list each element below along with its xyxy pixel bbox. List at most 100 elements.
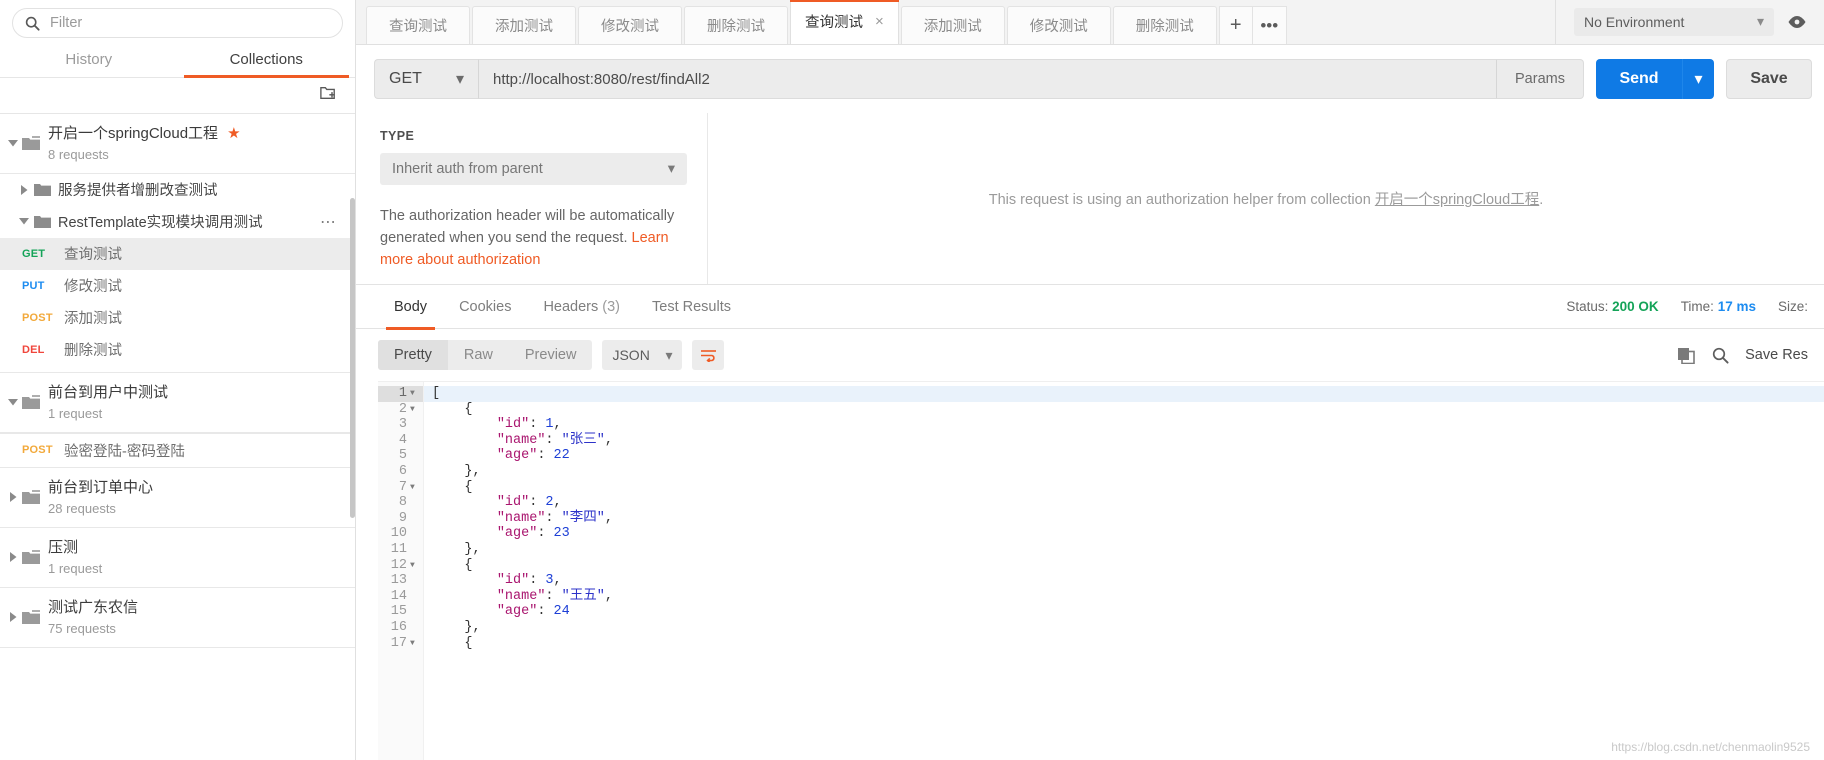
eye-icon[interactable] bbox=[1784, 15, 1810, 29]
request-method: GET bbox=[22, 247, 46, 260]
method-selector[interactable]: GET ▾ bbox=[374, 59, 478, 99]
tab-options-icon[interactable]: ••• bbox=[1252, 6, 1287, 44]
request-tab[interactable]: 删除测试 bbox=[1112, 6, 1217, 44]
send-button[interactable]: Send bbox=[1596, 59, 1682, 99]
line-num: 3 bbox=[398, 417, 407, 433]
sidebar-tab-collections[interactable]: Collections bbox=[178, 44, 356, 78]
response-toolbar-right: Save Res bbox=[1677, 347, 1808, 364]
fold-icon[interactable]: ▼ bbox=[410, 636, 419, 652]
folder-row-resttemplate[interactable]: RestTemplate实现模块调用测试 ⋯ bbox=[0, 206, 355, 238]
chevron-down-icon[interactable] bbox=[14, 218, 34, 225]
chevron-down-icon[interactable] bbox=[4, 398, 22, 406]
line-number: 15 bbox=[378, 604, 423, 620]
collection-icon bbox=[22, 550, 48, 565]
search-input[interactable] bbox=[50, 15, 330, 31]
method-label: GET bbox=[389, 70, 422, 87]
request-row-put[interactable]: PUT 修改测试 bbox=[0, 270, 355, 302]
request-tab-label: 删除测试 bbox=[1135, 19, 1194, 35]
collection-row[interactable]: 测试广东农信 75 requests bbox=[0, 588, 355, 648]
new-tab-button[interactable]: + bbox=[1218, 6, 1253, 44]
request-row-del[interactable]: DEL 删除测试 bbox=[0, 334, 355, 366]
auth-type-value: Inherit auth from parent bbox=[392, 161, 543, 177]
response-body-code[interactable]: 1 ▼ 2 ▼ 3 4 5 6 7 ▼ 8 9 10 11 12 ▼ 13 14 15 … bbox=[356, 381, 1824, 760]
tab-body[interactable]: Body bbox=[378, 285, 443, 330]
sidebar-tab-history[interactable]: History bbox=[0, 44, 178, 77]
request-tab[interactable]: 删除测试 bbox=[684, 6, 788, 44]
view-mode-raw[interactable]: Raw bbox=[448, 340, 509, 370]
request-tabs: 查询测试 添加测试 修改测试 删除测试 查询测试 × 添加测试 修改测试 删除测… bbox=[366, 0, 1289, 44]
request-tab[interactable]: 修改测试 bbox=[578, 6, 682, 44]
line-number: 10 bbox=[378, 526, 423, 542]
word-wrap-icon[interactable] bbox=[692, 340, 725, 370]
response-body-toolbar: Pretty Raw Preview JSON ▾ Save Res bbox=[356, 329, 1824, 381]
send-group: Send ▾ bbox=[1596, 59, 1714, 99]
request-row-post[interactable]: POST 添加测试 bbox=[0, 302, 355, 334]
line-number: 5 bbox=[378, 448, 423, 464]
sidebar: History Collections bbox=[0, 0, 356, 760]
chevron-right-icon[interactable] bbox=[4, 612, 22, 623]
collection-row[interactable]: 开启一个springCloud工程 ★ 8 requests bbox=[0, 114, 355, 174]
fold-icon[interactable]: ▼ bbox=[410, 402, 419, 418]
collection-row[interactable]: 前台到用户中测试 1 request bbox=[0, 371, 355, 433]
request-row-get[interactable]: GET 查询测试 bbox=[0, 237, 355, 270]
sidebar-scrollbar[interactable] bbox=[350, 198, 355, 518]
line-num: 16 bbox=[390, 619, 407, 635]
request-name: 查询测试 bbox=[64, 247, 122, 264]
tab-headers[interactable]: Headers (3) bbox=[527, 285, 636, 329]
copy-icon[interactable] bbox=[1677, 347, 1696, 364]
tab-test-results[interactable]: Test Results bbox=[636, 285, 747, 329]
chevron-down-icon[interactable] bbox=[4, 139, 22, 147]
star-icon[interactable]: ★ bbox=[227, 124, 240, 144]
request-tab[interactable]: 添加测试 bbox=[472, 6, 576, 44]
collection-name: 测试广东农信 bbox=[48, 598, 139, 616]
collection-row[interactable]: 压测 1 request bbox=[0, 528, 355, 588]
search-box[interactable] bbox=[12, 8, 343, 38]
collection-row[interactable]: 前台到订单中心 28 requests bbox=[0, 466, 355, 528]
request-tab-active[interactable]: 查询测试 × bbox=[790, 0, 899, 44]
url-input[interactable]: http://localhost:8080/rest/findAll2 bbox=[478, 59, 1496, 99]
postman-window: History Collections bbox=[0, 0, 1824, 760]
fold-icon[interactable]: ▼ bbox=[410, 558, 419, 574]
chevron-right-icon[interactable] bbox=[14, 184, 34, 195]
line-number: 16 bbox=[378, 620, 423, 636]
auth-helper-message: This request is using an authorization h… bbox=[989, 188, 1543, 209]
line-num: 11 bbox=[390, 541, 407, 557]
environment-selector[interactable]: No Environment ▾ bbox=[1574, 7, 1774, 36]
view-mode-pretty[interactable]: Pretty bbox=[378, 340, 448, 370]
line-number: 9 bbox=[378, 511, 423, 527]
request-tab[interactable]: 添加测试 bbox=[900, 6, 1005, 44]
send-options-icon[interactable]: ▾ bbox=[1682, 59, 1714, 99]
code-line: }, bbox=[432, 541, 481, 557]
folder-row-service-provider[interactable]: 服务提供者增删改查测试 bbox=[0, 174, 355, 206]
line-num: 7 bbox=[398, 479, 407, 495]
save-response-button[interactable]: Save Res bbox=[1745, 347, 1808, 363]
line-number: 7 ▼ bbox=[378, 480, 423, 496]
tab-cookies[interactable]: Cookies bbox=[443, 285, 527, 329]
collection-text: 前台到用户中测试 1 request bbox=[48, 383, 168, 422]
auth-helper-collection-link[interactable]: 开启一个springCloud工程 bbox=[1375, 192, 1539, 208]
auth-type-selector[interactable]: Inherit auth from parent ▾ bbox=[380, 153, 687, 185]
fold-icon[interactable]: ▼ bbox=[410, 480, 419, 496]
format-selector[interactable]: JSON ▾ bbox=[602, 340, 683, 370]
chevron-right-icon[interactable] bbox=[4, 492, 22, 503]
code-line: "id": 1, bbox=[496, 417, 562, 433]
line-number: 11 bbox=[378, 542, 423, 558]
view-mode-preview[interactable]: Preview bbox=[509, 340, 593, 370]
fold-icon[interactable]: ▼ bbox=[410, 386, 419, 402]
collection-icon bbox=[22, 395, 48, 410]
request-tab[interactable]: 修改测试 bbox=[1006, 6, 1111, 44]
close-icon[interactable]: × bbox=[875, 14, 884, 29]
time-label: Time: bbox=[1680, 299, 1714, 314]
request-tab-label: 添加测试 bbox=[923, 19, 982, 35]
line-num: 17 bbox=[390, 635, 407, 651]
request-tab[interactable]: 查询测试 bbox=[366, 6, 470, 44]
auth-helper-suffix: . bbox=[1539, 192, 1544, 208]
format-label: JSON bbox=[612, 347, 650, 363]
params-button[interactable]: Params bbox=[1496, 59, 1584, 99]
search-icon[interactable] bbox=[1712, 347, 1729, 364]
request-row-login[interactable]: POST 验密登陆-密码登陆 bbox=[0, 432, 355, 467]
new-collection-icon[interactable] bbox=[319, 85, 337, 106]
request-url-row: GET ▾ http://localhost:8080/rest/findAll… bbox=[356, 45, 1824, 113]
chevron-right-icon[interactable] bbox=[4, 552, 22, 563]
save-button[interactable]: Save bbox=[1726, 59, 1812, 99]
